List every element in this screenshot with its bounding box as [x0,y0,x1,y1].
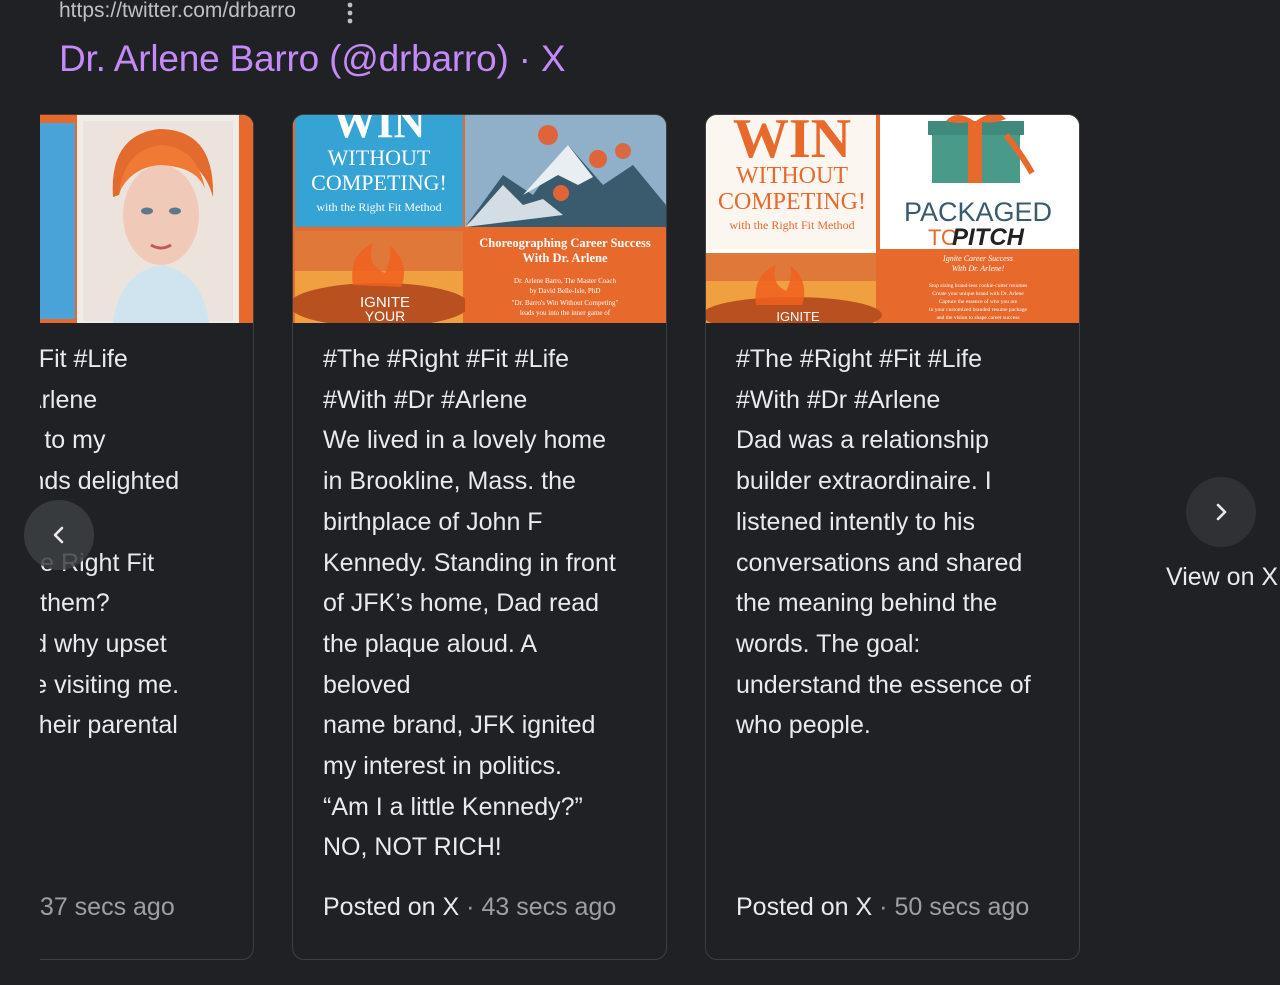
img-fine-text: Stop sizing brand-less cookie-cutter res… [929,283,1027,289]
tweet-card[interactable]: WIN WITHOUT COMPETING! with the Right Fi… [705,114,1080,960]
img-without-text: WITHOUT [328,145,431,170]
tweet-image: WIN WITHOUT COMPETING! with the Right Fi… [293,115,666,323]
carousel-next-button[interactable] [1186,477,1256,547]
img-competing-text: COMPETING! [718,189,866,215]
result-url[interactable]: https://twitter.com/drbarro [59,0,296,25]
img-win-text: WIN [733,115,851,170]
img-without-text: WITHOUT [736,163,848,189]
view-on-x-link[interactable]: View on X [1166,563,1278,592]
more-options-icon[interactable] [340,0,360,27]
tweet-timestamp: 43 secs ago [481,893,617,921]
img-fine-text: "Dr. Barro's Win Without Competing" [512,299,619,307]
search-result: https://twitter.com/drbarro Dr. Arlene B… [0,0,1280,985]
result-url-text[interactable]: https://twitter.com/drbarro [59,0,296,23]
img-fine-text: leads you into the inner game of [520,309,611,317]
tweet-timestamp: 37 secs ago [40,893,175,921]
tweet-footer: X · 37 secs ago [40,893,175,922]
tweet-carousel: t #Fit #Life #Arlene ce to my iends deli… [40,112,1280,985]
img-fine-text: Create your unique brand with Dr. Arlene [932,291,1024,297]
img-pitch-text: PITCH [952,224,1025,251]
result-title-link[interactable]: Dr. Arlene Barro (@drbarro) · X [59,38,566,80]
tweet-source: Posted on X [323,893,460,921]
img-fine-text: in your customized branded resume packag… [929,307,1027,313]
tweet-timestamp: 50 secs ago [894,893,1030,921]
img-ignite-text: IGNITE [776,309,820,323]
img-subtitle-text: Ignite Career Success [942,254,1013,263]
tweet-card[interactable]: WIN WITHOUT COMPETING! with the Right Fi… [292,114,667,960]
img-win-text: WIN [333,115,426,147]
chevron-left-icon [53,526,64,544]
tweet-text: #The #Right #Fit #Life #With #Dr #Arlene… [736,345,1031,740]
img-choreo-text: Choreographing Career Success [479,236,651,250]
tweet-image: WIN WITHOUT COMPETING! with the Right Fi… [706,115,1079,323]
img-packaged-text: PACKAGED [904,197,1052,227]
tweet-footer-separator: · [879,893,888,921]
tweet-footer: Posted on X · 43 secs ago [323,893,616,922]
tweet-text: #The #Right #Fit #Life #With #Dr #Arlene… [323,345,616,862]
tweet-image [40,115,253,323]
img-method-text: with the Right Fit Method [729,218,854,232]
img-fine-text: Capture the essence of who you are [939,298,1018,305]
img-method-text: with the Right Fit Method [316,200,441,214]
img-competing-text: COMPETING! [311,170,447,195]
img-fine-text: by David Belle-Isle, PhD [530,287,601,295]
img-your-text: YOUR [365,308,405,323]
img-fine-text: and the vision to shape career success [936,315,1019,321]
img-fine-text: Dr. Arlene Barro, The Master Coach [514,277,616,285]
carousel-prev-button[interactable] [24,500,94,570]
chevron-right-icon [1216,503,1227,521]
img-with-dr-text: With Dr. Arlene [522,251,608,265]
img-with-dr-text: With Dr. Arlene! [952,264,1005,273]
tweet-source: Posted on X [736,893,873,921]
tweet-footer: Posted on X · 50 secs ago [736,893,1029,922]
tweet-footer-separator: · [466,893,475,921]
